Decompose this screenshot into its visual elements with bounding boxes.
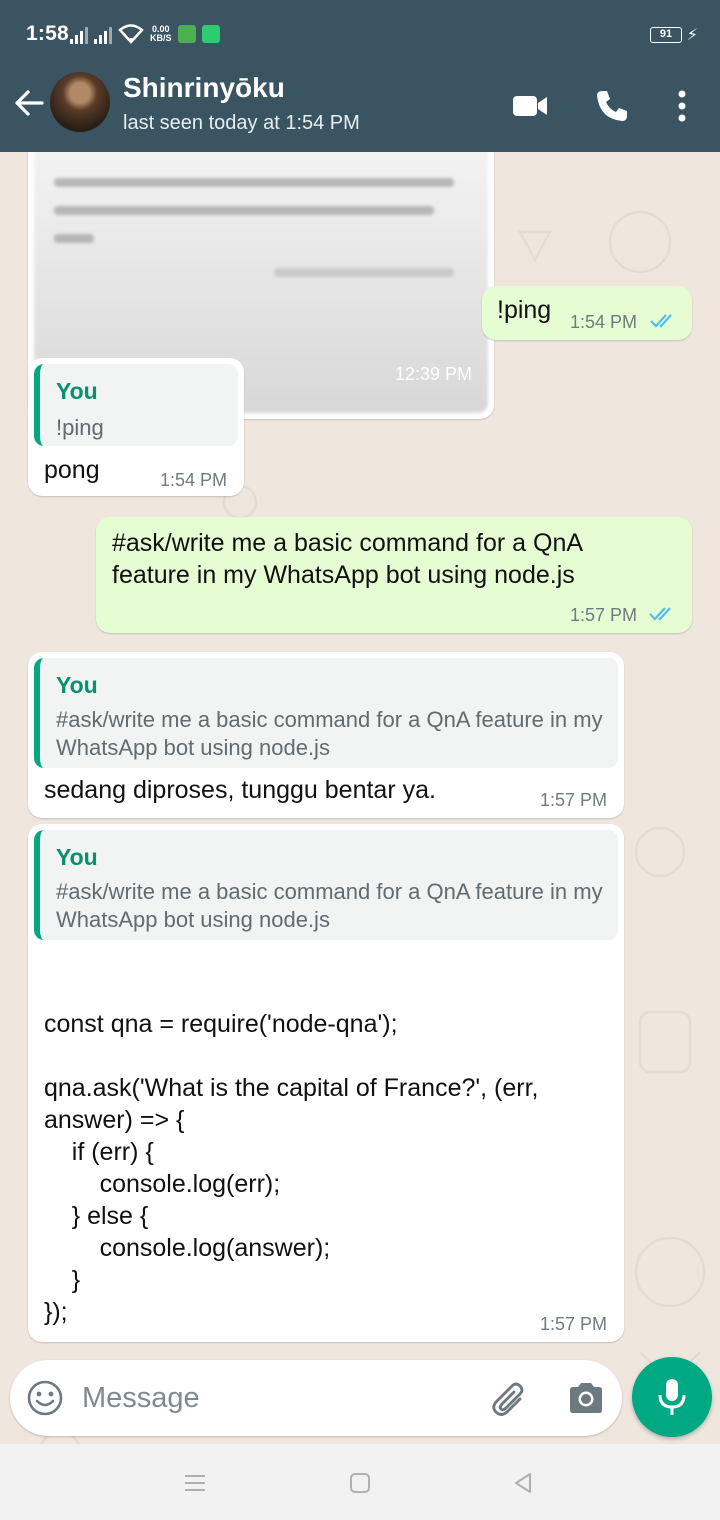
double-check-icon [649, 607, 671, 621]
status-time: 1:58 [26, 22, 69, 45]
mic-icon [658, 1379, 686, 1415]
nav-menu-icon[interactable] [182, 1470, 208, 1496]
incoming-message[interactable]: You !ping pong 1:54 PM [28, 358, 244, 496]
quoted-message[interactable]: You !ping [34, 364, 238, 446]
video-call-icon[interactable] [510, 86, 550, 126]
message-time: 1:57 PM [540, 790, 608, 810]
message-input[interactable] [82, 1378, 462, 1418]
contact-status: last seen today at 1:54 PM [123, 112, 360, 134]
incoming-message[interactable]: You #ask/write me a basic command for a … [28, 652, 624, 818]
outgoing-message[interactable]: #ask/write me a basic command for a QnA … [96, 517, 692, 633]
message-time: 1:57 PM [540, 1314, 608, 1334]
status-bar: 1:58 0.00 KB/S 91 ⚡ [0, 0, 720, 66]
quote-text: !ping [56, 415, 104, 440]
back-arrow-icon[interactable] [12, 86, 46, 120]
quote-author: You [56, 844, 98, 870]
battery-icon: 91 [650, 27, 682, 43]
contact-name[interactable]: Shinrinyōku [123, 72, 285, 104]
voice-call-icon[interactable] [592, 86, 632, 126]
net-speed: 0.00 KB/S [150, 24, 172, 43]
message-composer [10, 1360, 622, 1436]
message-text: #ask/write me a basic command for a QnA … [112, 529, 582, 589]
status-icons: 0.00 KB/S [70, 22, 220, 46]
nav-back-icon[interactable] [510, 1470, 536, 1496]
message-text: !ping [497, 296, 552, 324]
quote-author: You [56, 672, 98, 698]
app-notification-icon [201, 25, 220, 43]
contact-avatar[interactable] [50, 72, 110, 132]
message-time: 1:57 PM [570, 605, 638, 625]
quoted-message[interactable]: You #ask/write me a basic command for a … [34, 658, 618, 768]
signal-1-icon [70, 24, 88, 44]
quote-text: #ask/write me a basic command for a QnA … [56, 707, 603, 760]
quoted-message[interactable]: You #ask/write me a basic command for a … [34, 830, 618, 940]
message-text: pong [44, 456, 100, 484]
quote-text: #ask/write me a basic command for a QnA … [56, 879, 603, 932]
code-text: const qna = require('node-qna'); qna.ask… [44, 1010, 539, 1326]
message-time: 1:54 PM [160, 470, 228, 490]
wifi-icon [118, 24, 144, 44]
attach-icon[interactable] [490, 1379, 530, 1419]
mic-button[interactable] [632, 1357, 712, 1437]
emoji-icon[interactable] [26, 1379, 64, 1417]
message-time: 1:54 PM [570, 312, 638, 332]
message-time: 12:39 PM [395, 364, 473, 384]
signal-2-icon [94, 24, 112, 44]
nav-home-icon[interactable] [347, 1470, 373, 1496]
chat-area[interactable]: 12:39 PM !ping 1:54 PM You !ping pong 1:… [0, 152, 720, 1444]
charging-icon: ⚡ [686, 27, 698, 44]
system-nav-bar [0, 1444, 720, 1520]
quote-author: You [56, 378, 98, 404]
more-options-icon[interactable] [662, 86, 702, 126]
chat-header: Shinrinyōku last seen today at 1:54 PM [0, 66, 720, 152]
incoming-message[interactable]: You #ask/write me a basic command for a … [28, 824, 624, 1342]
camera-icon[interactable] [566, 1380, 606, 1416]
message-text: sedang diproses, tunggu bentar ya. [44, 776, 436, 804]
double-check-icon [650, 314, 672, 328]
outgoing-message[interactable]: !ping 1:54 PM [482, 286, 692, 340]
app-notification-icon [177, 25, 196, 43]
